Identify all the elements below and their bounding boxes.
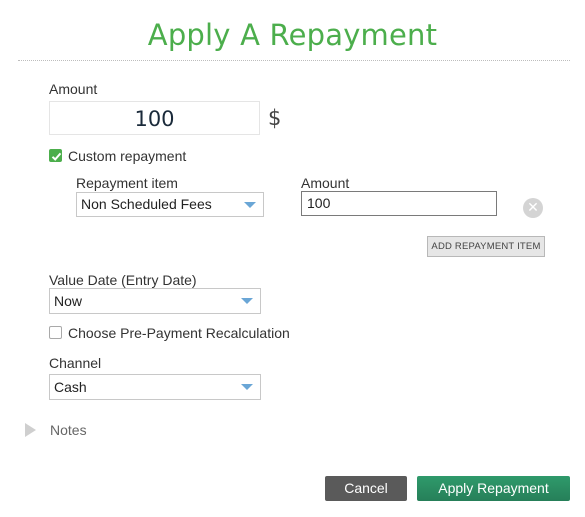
repayment-item-value: Non Scheduled Fees (81, 196, 212, 212)
repayment-item-amount-input[interactable]: 100 (301, 191, 497, 216)
value-date-select[interactable]: Now (49, 288, 261, 314)
checkmark-icon (51, 152, 62, 161)
apply-repayment-button[interactable]: Apply Repayment (417, 476, 570, 501)
repayment-item-select[interactable]: Non Scheduled Fees (76, 192, 264, 217)
remove-circle-icon[interactable]: ✕ (523, 198, 543, 218)
channel-select[interactable]: Cash (49, 374, 261, 400)
prepayment-recalc-checkbox[interactable] (49, 326, 62, 339)
repayment-amount-label: Amount (301, 175, 350, 191)
value-date-label: Value Date (Entry Date) (49, 272, 197, 288)
dropdown-caret-icon (241, 298, 253, 304)
add-repayment-item-button[interactable]: ADD REPAYMENT ITEM (427, 236, 545, 257)
amount-label: Amount (49, 81, 98, 97)
value-date-value: Now (54, 293, 83, 309)
dialog-title: Apply A Repayment (147, 18, 438, 52)
channel-value: Cash (54, 379, 87, 395)
dropdown-caret-icon (241, 384, 253, 390)
custom-repayment-checkbox[interactable] (49, 149, 62, 162)
cancel-button[interactable]: Cancel (325, 476, 407, 501)
notes-toggle[interactable]: Notes (50, 422, 87, 438)
currency-symbol: $ (268, 106, 282, 130)
prepayment-recalc-label: Choose Pre-Payment Recalculation (68, 325, 290, 341)
expand-triangle-icon[interactable] (25, 423, 36, 437)
title-divider (18, 60, 570, 61)
amount-input[interactable]: 100 (49, 101, 260, 135)
custom-repayment-label: Custom repayment (68, 148, 187, 164)
repayment-item-label: Repayment item (76, 175, 178, 191)
dropdown-caret-icon (244, 201, 256, 208)
channel-label: Channel (49, 355, 102, 371)
